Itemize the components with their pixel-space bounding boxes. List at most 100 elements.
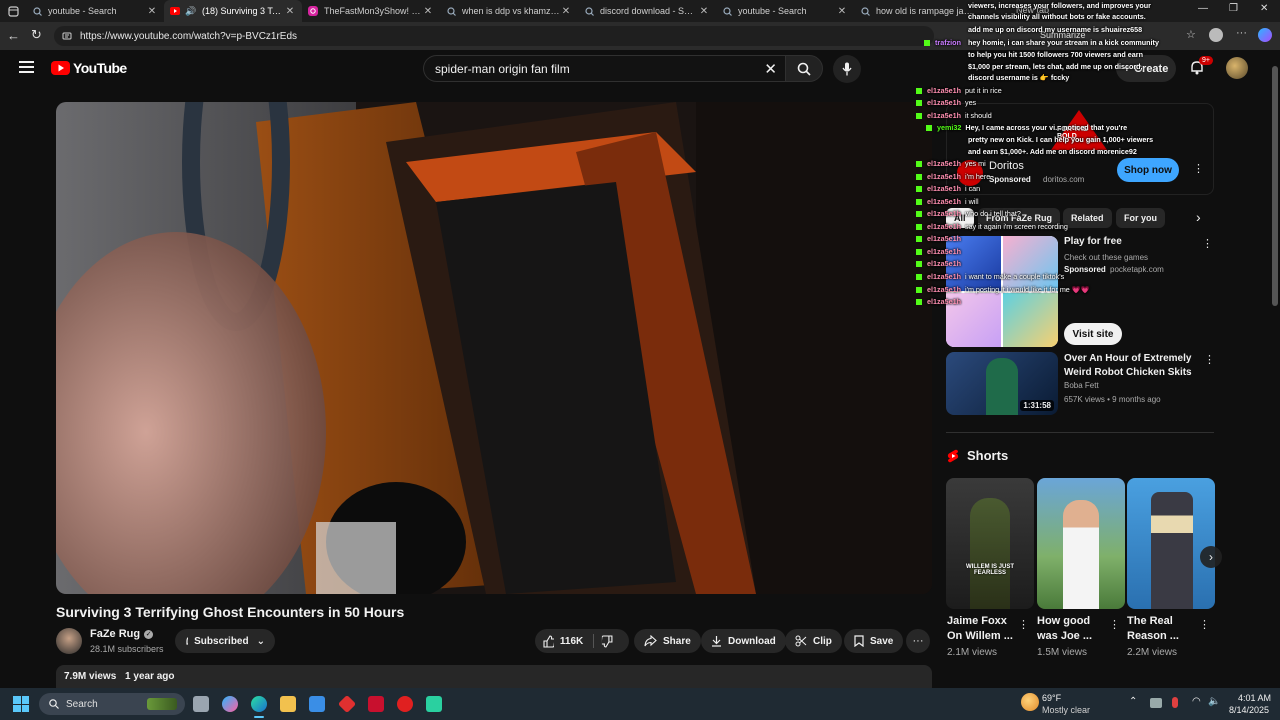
chip-related[interactable]: Related: [1063, 208, 1112, 228]
volume-icon[interactable]: 🔈: [1208, 696, 1220, 707]
channel-name[interactable]: FaZe Rug ✓: [90, 628, 154, 640]
copilot-app-icon[interactable]: [222, 696, 238, 712]
sponsored-ad-card[interactable]: FOR THE BOLD Doritos Sponsored doritos.c…: [946, 103, 1214, 195]
clock-time[interactable]: 4:01 AM: [1238, 693, 1271, 703]
recommended-video-channel[interactable]: Boba Fett: [1064, 381, 1099, 390]
ad-options-icon[interactable]: ⋮: [1193, 162, 1204, 175]
microphone-icon: [842, 62, 852, 76]
short-thumbnail[interactable]: WILLEM IS JUST FEARLESS: [946, 478, 1034, 609]
games-ad-thumbnail[interactable]: [946, 236, 1058, 347]
refresh-icon[interactable]: ↻: [31, 27, 42, 43]
hamburger-menu-icon[interactable]: [19, 61, 34, 73]
games-ad-options-icon[interactable]: ⋮: [1202, 237, 1213, 250]
visit-site-button[interactable]: Visit site: [1064, 323, 1122, 345]
file-explorer-icon[interactable]: [280, 696, 296, 712]
share-button[interactable]: Share: [634, 629, 701, 653]
search-highlight-icon: [147, 698, 177, 710]
summarize-button[interactable]: Summarize: [1040, 30, 1086, 40]
scrollbar-thumb[interactable]: [1272, 66, 1278, 306]
subscribed-button[interactable]: Subscribed ⌄: [175, 629, 275, 653]
short-caption: WILLEM IS JUST FEARLESS: [966, 564, 1014, 576]
chevron-right-icon[interactable]: ›: [1196, 209, 1201, 225]
video-player[interactable]: [56, 102, 932, 594]
short-thumbnail[interactable]: [1127, 478, 1215, 609]
browser-tab[interactable]: discord download - Search ✕: [578, 0, 716, 22]
browser-tab[interactable]: how old is rampage jacks: [854, 0, 982, 22]
voice-search-button[interactable]: [833, 55, 861, 83]
wifi-icon[interactable]: ◠: [1192, 696, 1201, 707]
download-button[interactable]: Download: [701, 629, 786, 653]
more-actions-button[interactable]: ···: [906, 629, 930, 653]
recommended-video-thumbnail[interactable]: 1:31:58: [946, 352, 1058, 415]
app-icon-green[interactable]: [426, 696, 442, 712]
microphone-tray-icon[interactable]: [1172, 697, 1178, 708]
create-button[interactable]: + Create: [1116, 55, 1176, 82]
browser-tab[interactable]: TheFastMon3yShow! (@fa ✕: [302, 0, 440, 22]
maximize-icon[interactable]: ❐: [1229, 3, 1238, 14]
shop-now-button[interactable]: Shop now: [1117, 158, 1179, 182]
chip-from-faze-rug[interactable]: From FaZe Rug: [978, 208, 1061, 228]
weather-icon[interactable]: [1021, 693, 1039, 711]
short-title[interactable]: Jaime Foxx On Willem ...: [947, 614, 1023, 644]
profile-icon[interactable]: [1209, 28, 1223, 42]
short-thumbnail[interactable]: [1037, 478, 1125, 609]
video-frame: [56, 102, 932, 594]
avatar[interactable]: [1226, 57, 1248, 79]
short-title[interactable]: The Real Reason ...: [1127, 614, 1203, 644]
close-tab-icon[interactable]: ✕: [284, 6, 296, 17]
taskbar-search[interactable]: Search: [39, 693, 185, 715]
new-tab-label[interactable]: New tab: [1016, 5, 1049, 15]
mcafee-icon[interactable]: [368, 696, 384, 712]
close-tab-icon[interactable]: ✕: [422, 6, 434, 17]
like-button[interactable]: 116K: [535, 629, 629, 653]
short-options-icon[interactable]: ⋮: [1199, 618, 1210, 631]
clip-button[interactable]: Clip: [785, 629, 842, 653]
short-options-icon[interactable]: ⋮: [1109, 618, 1120, 631]
app-icon-circle[interactable]: [397, 696, 413, 712]
bookmark-icon: [854, 635, 864, 647]
windows-start-icon[interactable]: [13, 696, 29, 712]
page-scrollbar[interactable]: [1270, 50, 1280, 688]
clear-search-icon[interactable]: ✕: [764, 60, 777, 78]
close-window-icon[interactable]: ✕: [1260, 3, 1268, 14]
save-button[interactable]: Save: [844, 629, 904, 653]
search-button[interactable]: [785, 55, 823, 82]
menu-dots-icon[interactable]: ···: [1236, 27, 1247, 39]
copilot-icon[interactable]: [1258, 28, 1272, 42]
microsoft-store-icon[interactable]: [309, 696, 325, 712]
tab-actions-icon[interactable]: [0, 0, 26, 22]
site-info-icon[interactable]: [62, 31, 72, 41]
youtube-logo[interactable]: YouTube: [51, 60, 127, 76]
browser-tab[interactable]: youtube - Search ✕: [26, 0, 164, 22]
thumbs-down-icon[interactable]: [602, 634, 613, 648]
browser-tab[interactable]: when is ddp vs khamzat - S ✕: [440, 0, 578, 22]
channel-avatar[interactable]: [56, 628, 82, 654]
notifications-button[interactable]: 9+: [1190, 56, 1213, 80]
recommended-video-options-icon[interactable]: ⋮: [1204, 353, 1215, 366]
close-tab-icon[interactable]: ✕: [560, 6, 572, 17]
close-tab-icon[interactable]: ✕: [698, 6, 710, 17]
favorites-icon[interactable]: ☆: [1186, 28, 1196, 41]
speaker-icon[interactable]: 🔊: [185, 6, 196, 16]
tray-chevron-up-icon[interactable]: ⌃: [1129, 696, 1137, 707]
shorts-next-button[interactable]: ›: [1200, 546, 1222, 568]
chip-for-you[interactable]: For you: [1116, 208, 1165, 228]
close-tab-icon[interactable]: ✕: [146, 6, 158, 17]
edge-icon[interactable]: [251, 696, 267, 712]
clock-date[interactable]: 8/14/2025: [1229, 705, 1269, 715]
minimize-icon[interactable]: —: [1198, 3, 1208, 14]
tray-app-icon[interactable]: [1150, 698, 1162, 708]
short-options-icon[interactable]: ⋮: [1018, 618, 1029, 631]
task-view-icon[interactable]: [193, 696, 209, 712]
plus-icon: +: [1123, 62, 1131, 75]
chip-all[interactable]: All: [946, 208, 974, 228]
browser-tab-active[interactable]: 🔊 (18) Surviving 3 Terrify ✕: [164, 0, 302, 22]
subscriber-count: 28.1M subscribers: [90, 644, 164, 654]
browser-tab[interactable]: youtube - Search ✕: [716, 0, 854, 22]
back-icon[interactable]: ←: [7, 28, 20, 43]
search-input[interactable]: spider-man origin fan film ✕: [423, 55, 787, 82]
close-tab-icon[interactable]: ✕: [836, 6, 848, 17]
recommended-video-title[interactable]: Over An Hour of Extremely Weird Robot Ch…: [1064, 352, 1200, 380]
short-title[interactable]: How good was Joe ...: [1037, 614, 1113, 644]
url-field[interactable]: https://www.youtube.com/watch?v=p-BVCz1r…: [54, 26, 934, 46]
